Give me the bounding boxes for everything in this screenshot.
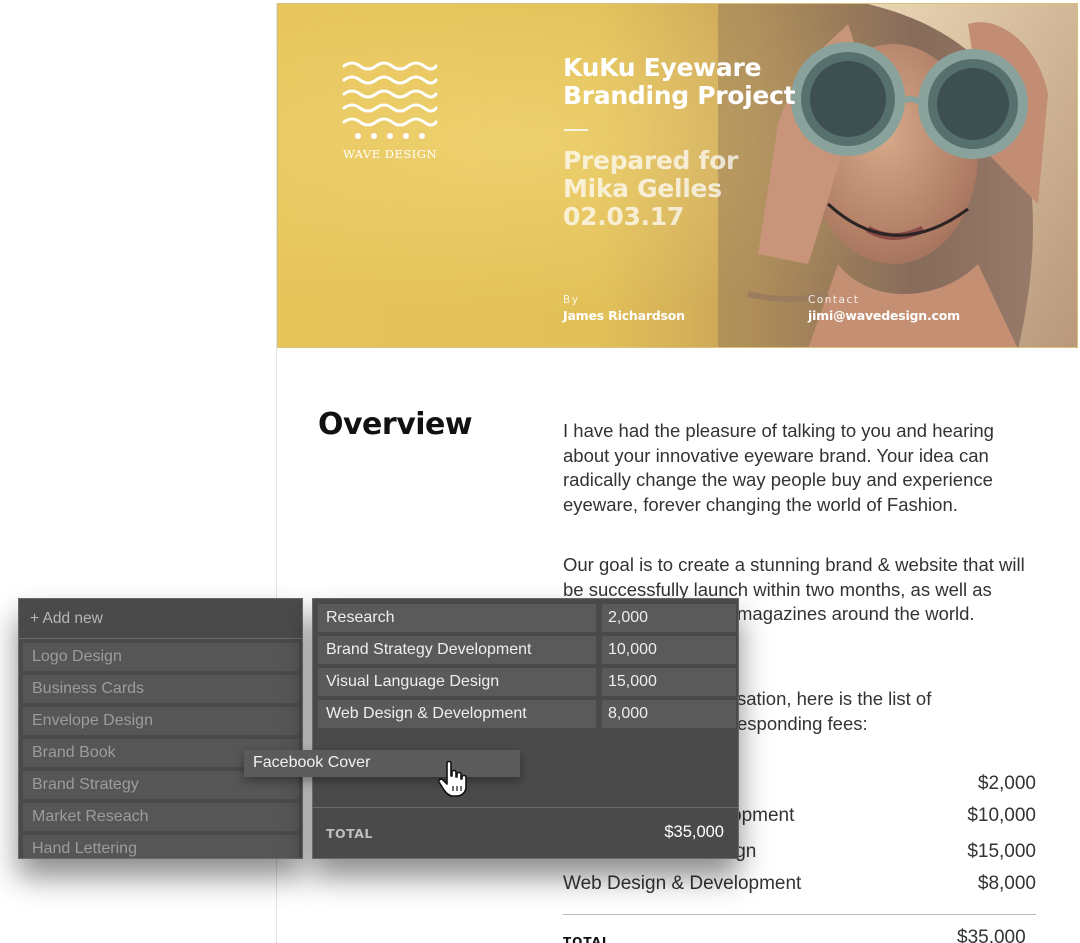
stage: WAVE DESIGN KuKu Eyeware Branding Projec…	[0, 0, 1080, 943]
add-new-button[interactable]: + Add new	[19, 599, 302, 639]
paragraph-2-text: Our goal is to create a stunning brand &…	[563, 554, 1025, 600]
project-title-line1: KuKu Eyeware	[563, 53, 762, 82]
prepared-line2: Mika Gelles	[563, 174, 722, 203]
project-title: KuKu Eyeware Branding Project	[563, 54, 823, 110]
by-label: By	[563, 294, 580, 306]
prepared-line3: 02.03.17	[563, 202, 684, 231]
library-item[interactable]: Hand Lettering	[23, 835, 299, 858]
doc-total-amount: $35,000	[957, 927, 1026, 943]
overview-heading: Overview	[318, 407, 473, 442]
service-cost-input[interactable]: 15,000	[602, 668, 736, 696]
dragged-library-item[interactable]: Facebook Cover	[244, 750, 520, 777]
prepared-line1: Prepared for	[563, 146, 739, 175]
contact-email[interactable]: jimi@wavedesign.com	[808, 308, 960, 323]
service-cost-input[interactable]: 10,000	[602, 636, 736, 664]
total-label: TOTAL	[326, 826, 373, 841]
service-name[interactable]: Brand Strategy Development	[318, 636, 596, 664]
prepared-for: Prepared for Mika Gelles 02.03.17	[563, 147, 823, 231]
fee-amount: $10,000	[967, 805, 1036, 826]
title-divider	[564, 129, 588, 131]
service-cost-input[interactable]: 8,000	[602, 700, 736, 728]
hero-banner: WAVE DESIGN KuKu Eyeware Branding Projec…	[277, 3, 1078, 348]
total-divider	[313, 807, 738, 808]
overview-paragraph-2: Our goal is to create a stunning brand &…	[563, 553, 1043, 624]
service-library-panel: + Add new Logo Design Business Cards Env…	[18, 598, 303, 859]
paragraph-2-tail: magazines around the world.	[737, 603, 975, 624]
hand-cursor-icon	[438, 760, 467, 797]
library-item[interactable]: Market Reseach	[23, 803, 299, 831]
service-row[interactable]: Brand Strategy Development 10,000	[318, 636, 736, 664]
fee-amount: $2,000	[977, 773, 1036, 794]
service-name[interactable]: Research	[318, 604, 596, 632]
library-item[interactable]: Business Cards	[23, 675, 299, 703]
doc-total-label: TOTAL	[563, 935, 611, 943]
fee-amount: $8,000	[977, 873, 1036, 894]
service-row[interactable]: Visual Language Design 15,000	[318, 668, 736, 696]
service-name[interactable]: Web Design & Development	[318, 700, 596, 728]
total-amount: $35,000	[664, 823, 724, 841]
author-name: James Richardson	[563, 308, 685, 323]
fee-name: opment	[731, 805, 795, 826]
paragraph-3-line1: sation, here is the list of	[737, 688, 932, 709]
project-title-line2: Branding Project	[563, 81, 796, 110]
paragraph-3-line2: esponding fees:	[737, 713, 868, 734]
wave-logo-icon	[340, 60, 440, 142]
library-item[interactable]: Envelope Design	[23, 707, 299, 735]
fee-name: Web Design & Development	[563, 873, 802, 894]
service-cost-input[interactable]: 2,000	[602, 604, 736, 632]
library-item[interactable]: Logo Design	[23, 643, 299, 671]
fees-divider	[563, 914, 1036, 915]
service-name[interactable]: Visual Language Design	[318, 668, 596, 696]
service-row[interactable]: Web Design & Development 8,000	[318, 700, 736, 728]
logo-text: WAVE DESIGN	[342, 147, 438, 161]
service-row[interactable]: Research 2,000	[318, 604, 736, 632]
contact-label: Contact	[808, 294, 860, 306]
fee-amount: $15,000	[967, 841, 1036, 862]
services-panel: Research 2,000 Brand Strategy Developmen…	[312, 598, 739, 859]
overview-paragraph-1: I have had the pleasure of talking to yo…	[563, 420, 994, 515]
